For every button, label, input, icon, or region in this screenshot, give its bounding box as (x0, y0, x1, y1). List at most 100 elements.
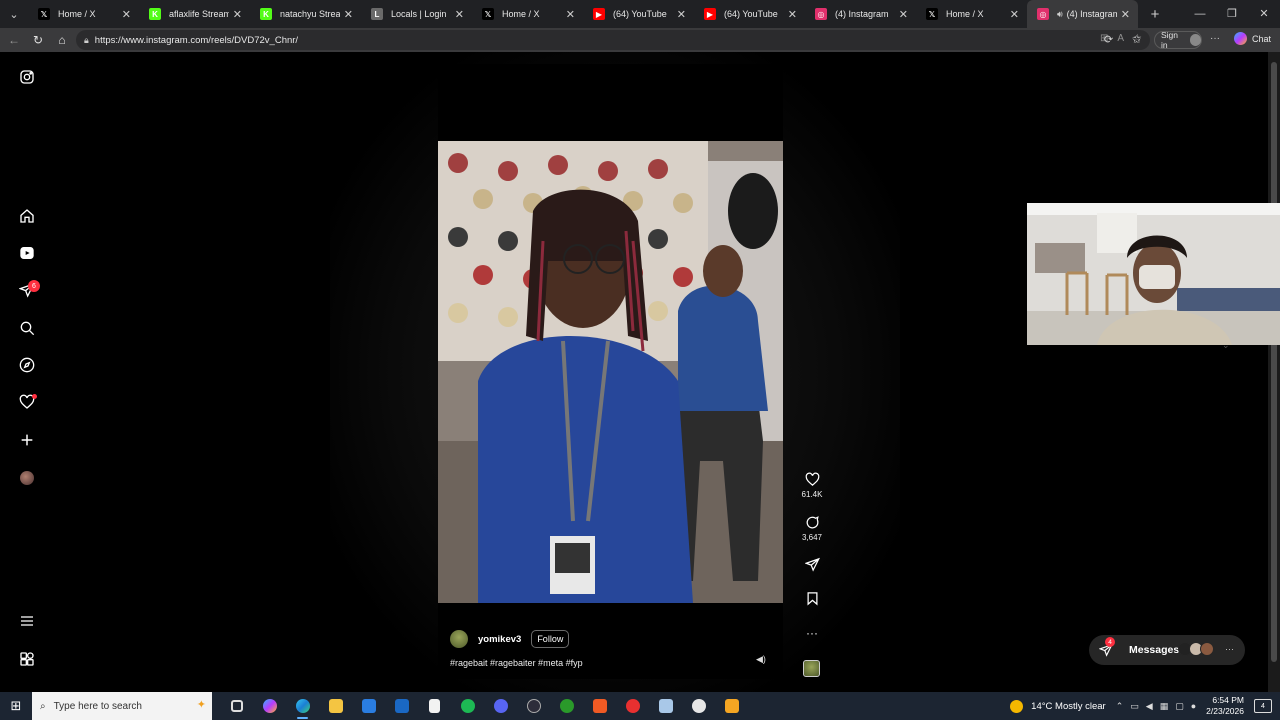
taskbar-clock[interactable]: 6:54 PM 2/23/2026 (1206, 695, 1244, 717)
instagram-logo-icon[interactable] (17, 67, 37, 87)
tab-actions-menu-icon[interactable]: ⌄ (0, 0, 28, 28)
browser-tab[interactable]: ◎ (4) Instagram ✕ (805, 0, 916, 28)
notes-app-icon[interactable] (649, 692, 682, 720)
display-icon[interactable]: ▢ (1175, 701, 1184, 712)
page-scrollbar[interactable] (1268, 52, 1280, 692)
also-from-meta-icon[interactable] (17, 649, 37, 669)
address-bar[interactable]: 🔒︎ https://www.instagram.com/reels/DVD72… (76, 30, 1150, 50)
outlook-icon[interactable] (385, 692, 418, 720)
volume-icon[interactable]: ◀︎) (756, 654, 768, 666)
tab-close-icon[interactable]: ✕ (788, 8, 797, 21)
copilot-icon (1234, 32, 1247, 45)
task-view-icon[interactable] (220, 692, 253, 720)
profile-avatar[interactable] (20, 471, 34, 485)
create-plus-icon[interactable] (17, 430, 37, 450)
copilot-taskbar-icon[interactable] (253, 692, 286, 720)
tab-close-icon[interactable]: ✕ (677, 8, 686, 21)
author-avatar[interactable] (450, 630, 468, 648)
profile-avatar-icon (1189, 34, 1201, 46)
discord-icon[interactable] (484, 692, 517, 720)
browser-tab[interactable]: ▶ (64) YouTube ✕ (694, 0, 805, 28)
refresh-button[interactable]: ↻ (26, 33, 50, 47)
weather-widget[interactable]: 14°C Mostly clear (1010, 699, 1106, 713)
tab-close-icon[interactable]: ✕ (344, 8, 353, 21)
comment-icon[interactable] (803, 513, 821, 531)
tab-label: Home / X (502, 9, 540, 19)
browser-tab[interactable]: 𝕏 Home / X ✕ (916, 0, 1027, 28)
tab-audio-icon[interactable]: 🔊︎ (1057, 9, 1063, 20)
sound-icon[interactable]: ◀︎ (1146, 701, 1153, 712)
battery-icon[interactable]: ▭ (1130, 701, 1139, 712)
tab-close-icon[interactable]: ✕ (233, 8, 242, 21)
recorder-icon[interactable] (616, 692, 649, 720)
more-options-icon[interactable]: ··· (803, 624, 821, 642)
reel-player[interactable]: yomikev3 Follow #ragebait #ragebaiter #m… (438, 64, 783, 679)
follow-button[interactable]: Follow (531, 630, 570, 648)
read-aloud-icon[interactable]: A (1117, 33, 1124, 44)
scrollbar-thumb[interactable] (1271, 62, 1277, 662)
share-icon[interactable] (803, 555, 821, 573)
favorites-icon[interactable]: ✩ (1132, 33, 1141, 46)
taskbar-search-box[interactable]: ⌕ Type here to search ✦ (32, 692, 212, 720)
browser-tab[interactable]: Knatachyu Stream - Wa ✕ (250, 0, 361, 28)
weather-icon (1010, 699, 1024, 713)
restore-icon[interactable]: ❐ (1216, 0, 1248, 28)
show-hidden-icons-icon[interactable]: ⌃ (1116, 701, 1124, 712)
tab-close-icon[interactable]: ✕ (899, 8, 908, 21)
network-icon[interactable]: ▦ (1160, 701, 1169, 712)
x-logo-icon: 𝕏 (38, 8, 50, 20)
microsoft-store-icon[interactable] (352, 692, 385, 720)
kick-icon: K (149, 8, 161, 20)
extensions-icon[interactable]: ⟳ (1104, 33, 1113, 46)
sign-in-button[interactable]: Sign in (1154, 30, 1202, 50)
tab-close-icon[interactable]: ✕ (122, 8, 131, 21)
edge-browser-icon[interactable] (286, 692, 319, 720)
tab-close-icon[interactable]: ✕ (455, 8, 464, 21)
tab-close-icon[interactable]: ✕ (1010, 8, 1019, 21)
settings-more-icon[interactable]: ··· (1210, 33, 1220, 44)
browser-tab[interactable]: ▶ (64) YouTube ✕ (583, 0, 694, 28)
browser-tab[interactable]: 𝕏 Home / X ✕ (472, 0, 583, 28)
more-menu-icon[interactable] (17, 611, 37, 631)
file-explorer-icon[interactable] (319, 692, 352, 720)
original-audio-thumbnail[interactable] (803, 660, 820, 677)
copilot-chat-button[interactable]: Chat (1234, 32, 1271, 45)
reel-video[interactable] (438, 141, 783, 603)
explore-compass-icon[interactable] (17, 355, 37, 375)
close-window-icon[interactable]: ✕ (1248, 0, 1280, 28)
brave-browser-icon[interactable] (583, 692, 616, 720)
kick-app-icon[interactable] (715, 692, 748, 720)
microphone-icon[interactable]: ● (1191, 701, 1196, 712)
webcam-overlay (1027, 203, 1280, 345)
browser-tab[interactable]: ◎ 🔊︎ (4) Instagram ✕ (1027, 0, 1138, 28)
tab-close-icon[interactable]: ✕ (1121, 8, 1130, 21)
tab-close-icon[interactable]: ✕ (566, 8, 575, 21)
author-username[interactable]: yomikev3 (478, 634, 521, 645)
home-icon[interactable] (17, 206, 37, 226)
save-bookmark-icon[interactable] (803, 589, 821, 607)
search-icon[interactable] (17, 318, 37, 338)
obs-studio-icon[interactable] (517, 692, 550, 720)
home-button[interactable]: ⌂ (50, 33, 74, 47)
windows-start-icon[interactable]: ⊞ (0, 698, 32, 714)
messages-more-icon: ··· (1225, 644, 1234, 654)
reel-video-frame (438, 141, 783, 603)
reels-icon[interactable] (17, 243, 37, 263)
new-tab-button[interactable]: + (1144, 6, 1166, 23)
notification-center-icon[interactable]: 4 (1254, 699, 1272, 713)
notepad-icon[interactable] (418, 692, 451, 720)
site-info-icon[interactable]: 🔒︎ (84, 35, 89, 46)
spotify-icon[interactable] (451, 692, 484, 720)
messages-label: Messages (1129, 644, 1180, 656)
xbox-icon[interactable] (550, 692, 583, 720)
browser-tab[interactable]: Kaflaxlife Stream - Wat ✕ (139, 0, 250, 28)
browser-tab[interactable]: L Locals | Login ✕ (361, 0, 472, 28)
back-button[interactable]: ← (2, 33, 26, 47)
minimize-icon[interactable]: — (1184, 0, 1216, 28)
chatgpt-icon[interactable] (682, 692, 715, 720)
like-heart-icon[interactable] (803, 470, 821, 488)
clock-date: 2/23/2026 (1206, 706, 1244, 716)
browser-tab[interactable]: 𝕏 Home / X ✕ (28, 0, 139, 28)
messages-panel-button[interactable]: 4 Messages ··· (1089, 635, 1245, 665)
messages-badge: 4 (1105, 637, 1115, 647)
